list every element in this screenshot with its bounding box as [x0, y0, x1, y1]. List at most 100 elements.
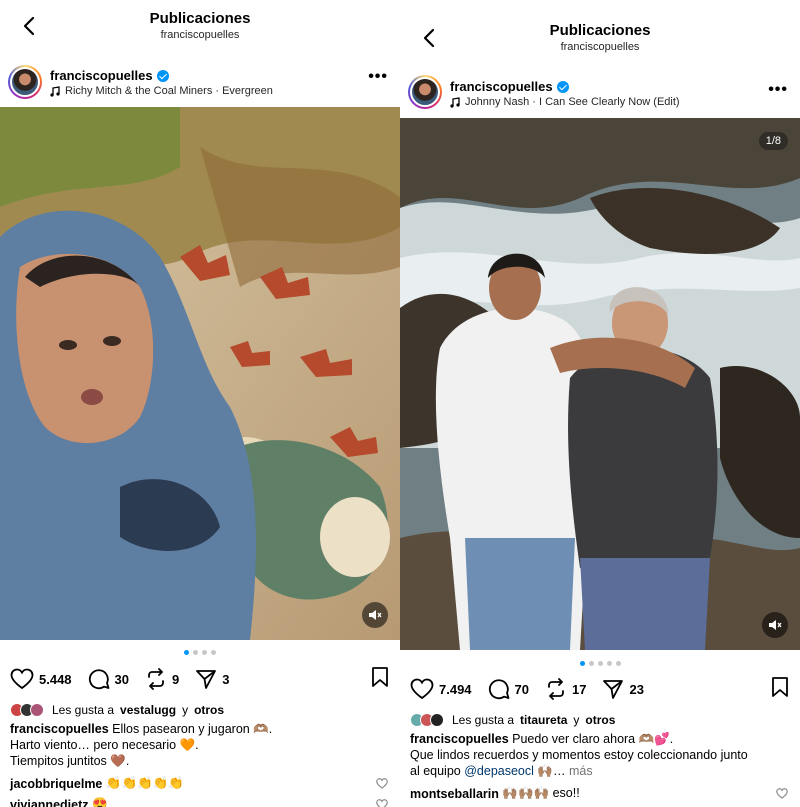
page-header: Publicaciones franciscopuelles — [0, 10, 400, 41]
liked-by-row[interactable]: Les gusta a titaureta y otros — [410, 713, 615, 727]
comment-bubble-icon — [488, 679, 509, 700]
page-subtitle: franciscopuelles — [560, 41, 640, 53]
post-header: franciscopuelles Johnny Nash · I Can See… — [400, 69, 800, 117]
comment-row: viviannedietz 😍 — [10, 797, 388, 807]
verified-badge-icon — [556, 80, 569, 93]
liked-by-and: y — [182, 703, 189, 717]
music-label[interactable]: Johnny Nash · I Can See Clearly Now (Edi… — [465, 96, 680, 108]
liked-by-others[interactable]: otros — [194, 703, 224, 717]
music-note-icon — [50, 85, 60, 97]
comments-count: 70 — [514, 681, 530, 697]
post-username[interactable]: franciscopuelles — [450, 79, 569, 94]
repost-icon — [148, 668, 164, 690]
save-button[interactable] — [770, 676, 790, 703]
carousel-indicator — [400, 661, 800, 666]
comment-button[interactable]: 30 — [88, 668, 129, 690]
avatar[interactable] — [408, 75, 442, 109]
comments-count: 30 — [114, 671, 130, 687]
page-title: Publicaciones — [549, 22, 651, 39]
comment-text: 😍 — [91, 797, 108, 807]
reposts-count: 17 — [572, 681, 587, 697]
comment-username[interactable]: viviannedietz — [10, 798, 89, 807]
music-note-icon — [450, 96, 460, 108]
caption-line-3: Tiempitos juntitos 🤎. — [10, 754, 130, 768]
caption-line-3: al equipo — [410, 764, 461, 778]
comment-username[interactable]: montseballarin — [410, 787, 499, 801]
bookmark-icon — [372, 666, 388, 687]
username-link[interactable]: franciscopuelles — [50, 68, 153, 83]
save-button[interactable] — [370, 666, 390, 693]
liked-by-row[interactable]: Les gusta a vestalugg y otros — [10, 703, 224, 717]
mute-button[interactable] — [762, 612, 788, 638]
liked-by-prefix: Les gusta a — [452, 713, 515, 727]
like-button[interactable]: 5.448 — [10, 668, 72, 690]
liked-by-prefix: Les gusta a — [52, 703, 115, 717]
comment-like-heart-icon[interactable] — [376, 778, 388, 789]
comment-row: montseballarin 🙌🏽🙌🏽🙌🏽 eso!! — [410, 786, 788, 801]
avatar[interactable] — [8, 65, 42, 99]
caption-line-1: Ellos pasearon y jugaron 🫶🏽. — [112, 722, 273, 736]
comment-username[interactable]: jacobbriquelme — [10, 777, 102, 791]
comment-row: jacobbriquelme 👏👏👏👏👏 — [10, 776, 388, 791]
comment-bubble-icon — [88, 669, 109, 690]
reposts-count: 9 — [172, 671, 180, 687]
likes-count: 7.494 — [439, 681, 472, 697]
comment-like-heart-icon[interactable] — [376, 799, 388, 807]
caption-emoji: 🙌🏽… — [537, 764, 566, 778]
more-options-button[interactable]: ••• — [368, 68, 388, 86]
post-caption: franciscopuelles Ellos pasearon y jugaro… — [10, 721, 388, 769]
carousel-indicator — [0, 650, 400, 655]
speaker-muted-icon — [769, 620, 782, 630]
liked-by-user[interactable]: vestalugg — [120, 703, 176, 717]
speaker-muted-icon — [369, 610, 382, 620]
caption-line-1: Puedo ver claro ahora 🫶🏽💕. — [512, 732, 674, 746]
heart-icon — [410, 678, 434, 700]
caption-more-link[interactable]: más — [569, 764, 593, 778]
liker-avatars — [10, 703, 44, 717]
post-caption: franciscopuelles Puedo ver claro ahora 🫶… — [410, 731, 788, 779]
verified-badge-icon — [156, 69, 169, 82]
post-photo[interactable] — [0, 107, 400, 640]
repost-button[interactable]: 17 — [545, 678, 586, 700]
post-username[interactable]: franciscopuelles — [50, 68, 169, 83]
caption-username[interactable]: franciscopuelles — [410, 732, 509, 746]
caption-line-2: Harto viento… pero necesario 🧡. — [10, 738, 199, 752]
likes-count: 5.448 — [39, 671, 72, 687]
page-header: Publicaciones franciscopuelles — [400, 22, 800, 53]
post-header: franciscopuelles Richy Mitch & the Coal … — [0, 58, 400, 106]
comment-button[interactable]: 70 — [488, 678, 529, 700]
right-post-pane: Publicaciones franciscopuelles francisco… — [400, 0, 800, 807]
coast-portrait-photo — [400, 118, 800, 650]
send-paper-plane-icon — [603, 680, 624, 699]
left-post-pane: Publicaciones franciscopuelles francisco… — [0, 0, 400, 807]
music-track[interactable]: Johnny Nash · I Can See Clearly Now (Edi… — [450, 96, 680, 108]
send-paper-plane-icon — [196, 670, 217, 689]
beach-selfie-photo — [0, 107, 400, 640]
mute-button[interactable] — [362, 602, 388, 628]
post-actions: 5.448 30 9 3 — [10, 666, 390, 692]
page-title: Publicaciones — [149, 10, 251, 27]
music-track[interactable]: Richy Mitch & the Coal Miners · Evergree… — [50, 85, 273, 97]
post-actions: 7.494 70 17 23 — [410, 676, 790, 702]
caption-mention-link[interactable]: @depaseocl — [464, 764, 534, 778]
post-photo[interactable]: 1/8 — [400, 118, 800, 650]
share-button[interactable]: 23 — [602, 678, 644, 700]
caption-username[interactable]: franciscopuelles — [10, 722, 109, 736]
repost-icon — [548, 678, 564, 700]
shares-count: 23 — [629, 681, 644, 697]
liked-by-others[interactable]: otros — [585, 713, 615, 727]
caption-line-2: Que lindos recuerdos y momentos estoy co… — [410, 748, 748, 762]
username-link[interactable]: franciscopuelles — [450, 79, 553, 94]
comment-like-heart-icon[interactable] — [776, 788, 788, 799]
comment-text: 🙌🏽🙌🏽🙌🏽 eso!! — [502, 786, 580, 800]
like-button[interactable]: 7.494 — [410, 678, 472, 700]
comment-text: 👏👏👏👏👏 — [105, 776, 184, 790]
liked-by-and: y — [573, 713, 580, 727]
more-options-button[interactable]: ••• — [768, 81, 788, 99]
page-subtitle: franciscopuelles — [160, 29, 240, 41]
liked-by-user[interactable]: titaureta — [520, 713, 567, 727]
music-label[interactable]: Richy Mitch & the Coal Miners · Evergree… — [65, 85, 273, 97]
heart-icon — [10, 668, 34, 690]
share-button[interactable]: 3 — [195, 668, 229, 690]
repost-button[interactable]: 9 — [145, 668, 179, 690]
